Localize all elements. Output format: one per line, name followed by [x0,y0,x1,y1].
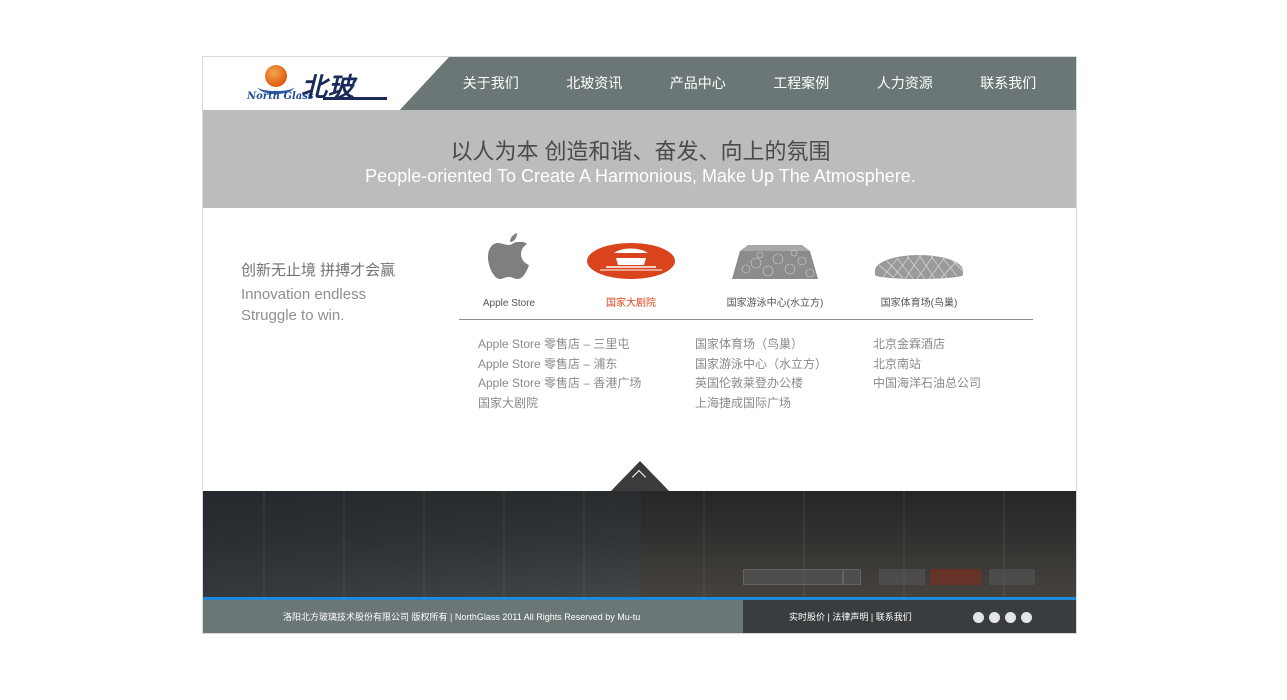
project-link[interactable]: 英国伦敦莱登办公楼 [695,374,827,394]
weibo-icon[interactable] [973,612,984,623]
link-separator: | [868,612,876,622]
nav-about[interactable]: 关于我们 [439,57,543,110]
project-list-col1: Apple Store 零售店 – 三里屯 Apple Store 零售店 – … [478,335,641,413]
apple-logo-icon [488,233,529,279]
footer-left: 洛阳北方玻璃技术股份有限公司 版权所有 | NorthGlass 2011 Al… [203,600,743,633]
slogan: 创新无止境 拼搏才会赢 Innovation endless Struggle … [241,259,395,326]
banner-title-en: People-oriented To Create A Harmonious, … [365,166,916,186]
link-contact[interactable]: 联系我们 [876,612,912,622]
logo[interactable]: North Glass 北玻 [203,57,449,110]
nav-products[interactable]: 产品中心 [646,57,750,110]
brand-birds-nest[interactable]: 国家体育场(鸟巢) [859,227,979,319]
slogan-en-line1: Innovation endless [241,286,367,303]
photo-stripe [423,491,425,597]
photo-stripe [503,491,505,597]
project-link[interactable]: 国家大剧院 [478,394,641,414]
link-stock-price[interactable]: 实时股价 [789,612,825,622]
footer-right: 实时股价 | 法律声明 | 联系我们 [743,600,1076,633]
header: North Glass 北玻 关于我们 北玻资讯 产品中心 工程案例 人力资源 … [203,57,1076,110]
birds-nest-icon [875,254,964,280]
background-photo-strip [203,491,1076,597]
faded-search-button [843,569,861,585]
project-list-col3: 北京金霖酒店 北京南站 中国海洋石油总公司 [873,335,981,394]
qq-icon[interactable] [1005,612,1016,623]
faded-search-input [743,569,843,585]
photo-left-panel [203,491,641,597]
slogan-en-line2: Struggle to win. [241,307,345,324]
photo-stripe [343,491,345,597]
brand-water-cube[interactable]: 国家游泳中心(水立方) [715,227,835,319]
photo-stripe [703,491,705,597]
nav-contact[interactable]: 联系我们 [957,57,1061,110]
copyright-text: 洛阳北方玻璃技术股份有限公司 版权所有 | NorthGlass 2011 Al… [283,612,641,622]
divider [459,319,1033,320]
slogan-cn: 创新无止境 拼搏才会赢 [241,262,396,279]
brand-label-national-theater: 国家大剧院 [606,298,656,309]
nav-news[interactable]: 北玻资讯 [543,57,647,110]
project-link[interactable]: 国家游泳中心（水立方） [695,355,827,375]
water-cube-icon [732,245,818,279]
project-link[interactable]: 北京南站 [873,355,981,375]
photo-stripe [263,491,265,597]
photo-stripe [583,491,585,597]
banner-title-cn: 以人为本 创造和谐、奋发、向上的氛围 [450,139,831,164]
brand-label-birds-nest: 国家体育场(鸟巢) [880,298,958,309]
nav-hr[interactable]: 人力资源 [853,57,957,110]
banner: 以人为本 创造和谐、奋发、向上的氛围 People-oriented To Cr… [203,110,1076,208]
brand-label-water-cube: 国家游泳中心(水立方) [726,298,824,309]
project-link[interactable]: 上海捷成国际广场 [695,394,827,414]
main-nav: 关于我们 北玻资讯 产品中心 工程案例 人力资源 联系我们 [439,57,1060,110]
faded-button [879,569,925,585]
footer-links: 实时股价 | 法律声明 | 联系我们 [789,600,912,633]
project-link[interactable]: Apple Store 零售店 – 三里屯 [478,335,641,355]
project-link[interactable]: 中国海洋石油总公司 [873,374,981,394]
project-link[interactable]: Apple Store 零售店 – 浦东 [478,355,641,375]
brand-logos: Apple Store 国家大剧院 国家游泳中心(水立方) 国家体育场(鸟巢) [459,227,1033,319]
faded-button [989,569,1035,585]
logo-underline [323,97,387,100]
project-list-col2: 国家体育场（鸟巢） 国家游泳中心（水立方） 英国伦敦莱登办公楼 上海捷成国际广场 [695,335,827,413]
faded-button [931,569,981,585]
project-link[interactable]: 国家体育场（鸟巢） [695,335,827,355]
project-link[interactable]: Apple Store 零售店 – 香港广场 [478,374,641,394]
nav-cases[interactable]: 工程案例 [750,57,854,110]
brand-national-theater[interactable]: 国家大剧院 [583,227,679,319]
brand-label-apple: Apple Store [482,298,536,309]
national-theater-logo-icon [587,243,675,279]
renren-icon[interactable] [989,612,1000,623]
link-legal[interactable]: 法律声明 [832,612,868,622]
page-frame: North Glass 北玻 关于我们 北玻资讯 产品中心 工程案例 人力资源 … [202,56,1077,634]
share-icon[interactable] [1021,612,1032,623]
project-link[interactable]: 北京金霖酒店 [873,335,981,355]
brand-apple[interactable]: Apple Store [469,227,549,319]
